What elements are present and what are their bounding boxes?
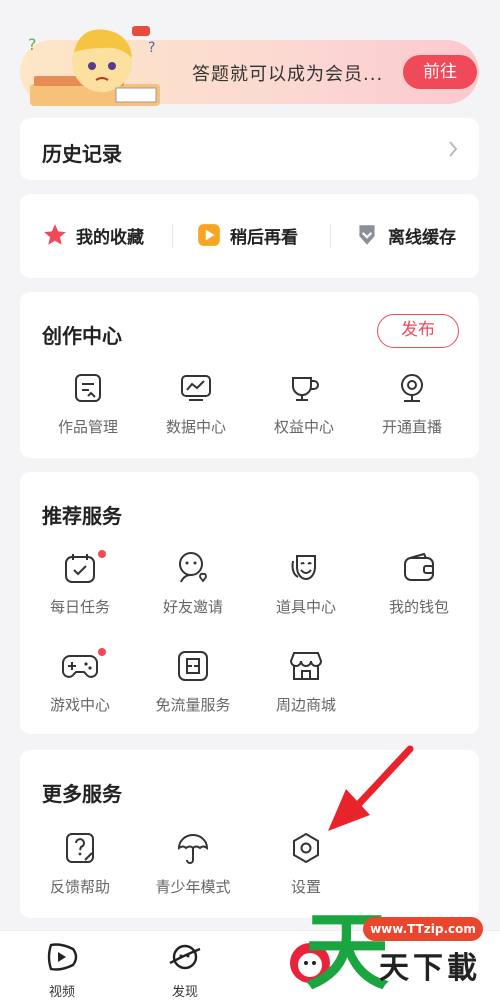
data-free-service-label: 免流量服务 bbox=[155, 696, 231, 714]
notification-dot bbox=[98, 648, 106, 656]
chevron-right-icon bbox=[449, 141, 458, 157]
recommended-services-card: 推荐服务 每日任务 好友邀请 道具中心 我的钱包 游戏中心 免流量服务 周边商城 bbox=[20, 472, 479, 734]
data-free-service-button[interactable]: 免流量服务 bbox=[137, 646, 249, 715]
offline-cache-button[interactable]: 离线缓存 bbox=[354, 222, 456, 248]
merch-store-label: 周边商城 bbox=[275, 696, 336, 714]
svg-text:?: ? bbox=[28, 35, 37, 54]
divider bbox=[330, 224, 331, 248]
invite-friend-icon bbox=[179, 552, 207, 583]
invite-friends-label: 好友邀请 bbox=[162, 598, 223, 616]
svg-text:?: ? bbox=[148, 40, 155, 56]
publish-button[interactable]: 发布 bbox=[377, 314, 459, 348]
feedback-help-button[interactable]: 反馈帮助 bbox=[24, 828, 136, 897]
settings-label: 设置 bbox=[290, 878, 321, 896]
download-icon bbox=[359, 225, 375, 245]
history-card[interactable]: 历史记录 bbox=[20, 118, 479, 180]
feedback-help-label: 反馈帮助 bbox=[49, 878, 110, 896]
notification-dot bbox=[98, 550, 106, 558]
divider bbox=[172, 224, 173, 248]
teen-mode-label: 青少年模式 bbox=[155, 878, 231, 896]
works-management-label: 作品管理 bbox=[57, 418, 118, 436]
sim-card-icon bbox=[178, 651, 208, 681]
annotation-arrow bbox=[328, 745, 414, 831]
mask-icon bbox=[291, 555, 316, 580]
gamepad-icon bbox=[62, 655, 98, 678]
play-later-icon bbox=[198, 224, 220, 246]
quick-actions-card: 我的收藏 稍后再看 离线缓存 bbox=[20, 194, 479, 278]
creation-center-title: 创作中心 bbox=[42, 324, 122, 348]
props-center-button[interactable]: 道具中心 bbox=[250, 548, 362, 617]
game-center-button[interactable]: 游戏中心 bbox=[24, 646, 136, 715]
watch-later-button[interactable]: 稍后再看 bbox=[196, 222, 298, 248]
daily-tasks-button[interactable]: 每日任务 bbox=[24, 548, 136, 617]
creation-center-card: 创作中心 发布 作品管理 数据中心 权益中心 开通直播 bbox=[20, 292, 479, 458]
wallet-button[interactable]: 我的钱包 bbox=[363, 548, 475, 617]
anime-girl-illustration: ? ? bbox=[28, 26, 160, 106]
favorites-button[interactable]: 我的收藏 bbox=[42, 222, 144, 248]
offline-cache-label: 离线缓存 bbox=[388, 227, 456, 248]
tab-video[interactable]: 视频 bbox=[22, 941, 102, 1000]
member-quiz-banner[interactable]: ? ? 答题就可以成为会员... 前往 bbox=[20, 26, 479, 106]
works-icon bbox=[75, 374, 101, 402]
shop-icon bbox=[289, 652, 323, 680]
data-chart-icon bbox=[181, 375, 211, 401]
start-live-button[interactable]: 开通直播 bbox=[356, 368, 468, 437]
invite-friends-button[interactable]: 好友邀请 bbox=[137, 548, 249, 617]
favorites-label: 我的收藏 bbox=[76, 227, 144, 248]
watermark-url: www.TTzip.com bbox=[363, 917, 483, 941]
watch-later-label: 稍后再看 bbox=[230, 227, 298, 248]
cup-icon bbox=[292, 377, 319, 401]
data-center-button[interactable]: 数据中心 bbox=[140, 368, 252, 437]
planet-tab-icon bbox=[169, 944, 201, 970]
wallet-icon bbox=[404, 552, 434, 581]
watermark-text: 天下載 bbox=[379, 951, 481, 986]
more-services-title: 更多服务 bbox=[42, 782, 122, 806]
rights-center-label: 权益中心 bbox=[273, 418, 334, 436]
tab-discover-label: 发现 bbox=[171, 985, 198, 1000]
video-tab-icon bbox=[47, 943, 78, 971]
calendar-check-icon bbox=[65, 554, 95, 583]
rights-center-button[interactable]: 权益中心 bbox=[248, 368, 360, 437]
merch-store-button[interactable]: 周边商城 bbox=[250, 646, 362, 715]
teen-mode-button[interactable]: 青少年模式 bbox=[137, 828, 249, 897]
history-title: 历史记录 bbox=[42, 142, 122, 166]
daily-tasks-label: 每日任务 bbox=[49, 598, 110, 616]
webcam-icon bbox=[401, 374, 423, 402]
site-watermark: 天 www.TTzip.com 天下載 bbox=[305, 905, 500, 1000]
data-center-label: 数据中心 bbox=[165, 418, 226, 436]
settings-hexagon-icon bbox=[293, 832, 319, 864]
props-center-label: 道具中心 bbox=[275, 598, 336, 616]
game-center-label: 游戏中心 bbox=[49, 696, 110, 714]
tab-video-label: 视频 bbox=[48, 985, 75, 1000]
wallet-label: 我的钱包 bbox=[388, 598, 449, 616]
tab-discover[interactable]: 发现 bbox=[145, 941, 225, 1000]
recommended-services-title: 推荐服务 bbox=[42, 504, 122, 528]
umbrella-icon bbox=[177, 834, 209, 864]
banner-text: 答题就可以成为会员... bbox=[192, 64, 384, 85]
star-icon bbox=[44, 224, 66, 245]
go-button[interactable]: 前往 bbox=[403, 55, 477, 89]
start-live-label: 开通直播 bbox=[381, 418, 442, 436]
help-icon bbox=[66, 833, 94, 863]
works-management-button[interactable]: 作品管理 bbox=[32, 368, 144, 437]
